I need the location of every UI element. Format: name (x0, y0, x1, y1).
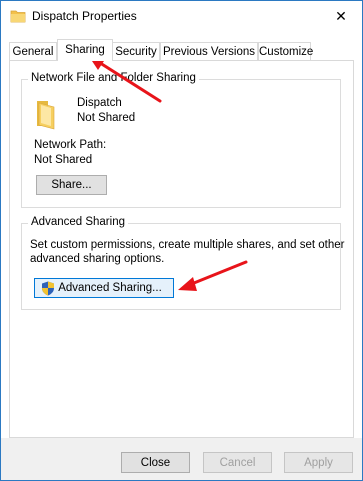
tab-strip: General Sharing Security Previous Versio… (9, 39, 354, 61)
folder-icon (10, 9, 26, 23)
close-icon[interactable]: ✕ (326, 3, 356, 29)
advanced-sharing-description-line1: Set custom permissions, create multiple … (30, 239, 345, 251)
tab-sharing[interactable]: Sharing (57, 39, 113, 61)
close-button[interactable]: Close (121, 452, 190, 473)
window-title: Dispatch Properties (32, 9, 137, 23)
apply-button[interactable]: Apply (284, 452, 353, 473)
tab-general[interactable]: General (9, 42, 57, 60)
advanced-sharing-button-label: Advanced Sharing... (58, 282, 162, 294)
network-path-value: Not Shared (34, 154, 93, 166)
tab-previous-versions[interactable]: Previous Versions (160, 42, 258, 60)
advanced-sharing-button[interactable]: Advanced Sharing... (34, 278, 174, 298)
cancel-button[interactable]: Cancel (203, 452, 272, 473)
network-sharing-legend: Network File and Folder Sharing (28, 72, 199, 84)
tab-customize[interactable]: Customize (258, 42, 313, 60)
shared-folder-icon (34, 98, 60, 130)
network-path-label: Network Path: (34, 139, 107, 151)
advanced-sharing-legend: Advanced Sharing (28, 216, 128, 228)
properties-dialog: Dispatch Properties ✕ General Sharing Se… (0, 0, 363, 481)
folder-share-status: Not Shared (77, 112, 136, 124)
share-button[interactable]: Share... (36, 175, 107, 195)
network-sharing-group: Network File and Folder Sharing Dispatch… (21, 72, 341, 208)
title-bar: Dispatch Properties ✕ (1, 1, 362, 31)
dialog-button-bar: Close Cancel Apply (1, 438, 362, 480)
tab-security[interactable]: Security (112, 42, 160, 60)
advanced-sharing-description-line2: advanced sharing options. (30, 253, 165, 265)
folder-name: Dispatch (77, 97, 122, 109)
advanced-sharing-group: Advanced Sharing Set custom permissions,… (21, 216, 345, 310)
uac-shield-icon (41, 281, 55, 296)
sharing-tab-panel: Network File and Folder Sharing Dispatch… (9, 60, 354, 438)
